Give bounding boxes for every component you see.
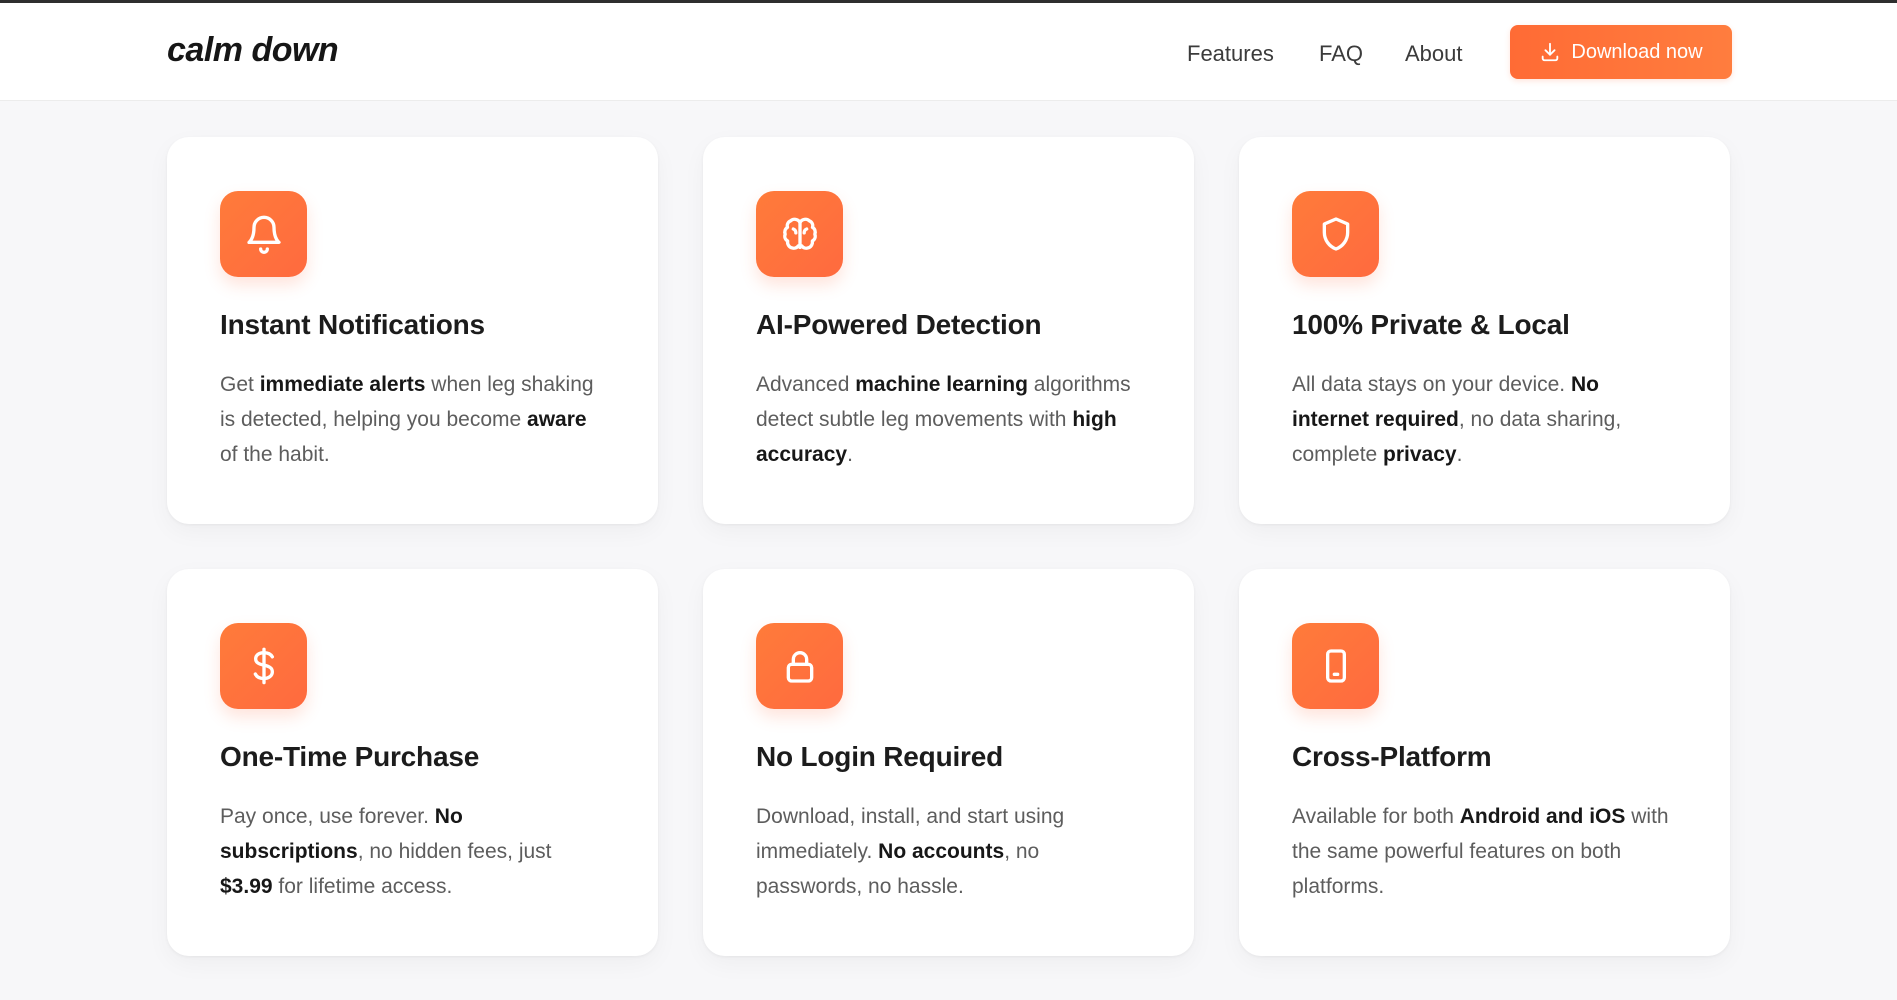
feature-icon-container [1292, 191, 1379, 277]
tablet-icon [1325, 649, 1346, 683]
feature-card-one-time-purchase: One-Time Purchase Pay once, use forever.… [167, 569, 658, 956]
nav-link-features[interactable]: Features [1187, 41, 1274, 67]
nav-link-faq[interactable]: FAQ [1319, 41, 1363, 67]
feature-card-ai-powered-detection: AI-Powered Detection Advanced machine le… [703, 137, 1194, 524]
feature-description: Advanced machine learning algorithms det… [756, 373, 1131, 466]
feature-icon-container [756, 191, 843, 277]
feature-icon-container [220, 191, 307, 277]
feature-description: Get immediate alerts when leg shaking is… [220, 373, 594, 466]
feature-title: AI-Powered Detection [756, 309, 1042, 340]
feature-title: Instant Notifications [220, 309, 485, 340]
feature-grid: Instant Notifications Get immediate aler… [167, 137, 1730, 957]
feature-description: Available for both Android and iOS with … [1292, 805, 1669, 898]
feature-icon-container [756, 623, 843, 709]
nav-link-about[interactable]: About [1405, 41, 1463, 67]
download-button-label: Download now [1571, 40, 1703, 63]
feature-description: All data stays on your device. No intern… [1292, 373, 1622, 466]
dollar-icon [253, 647, 274, 685]
feature-description: Pay once, use forever. No subscriptions,… [220, 805, 552, 898]
feature-card-no-login-required: No Login Required Download, install, and… [703, 569, 1194, 956]
brain-icon [782, 217, 817, 250]
feature-icon-container [220, 623, 307, 709]
brand-logo[interactable]: calm down [167, 31, 339, 70]
feature-icon-container [1292, 623, 1379, 709]
download-button[interactable]: Download now [1510, 25, 1732, 79]
bell-icon [246, 215, 281, 254]
lock-icon [786, 651, 813, 683]
feature-card-private-local: 100% Private & Local All data stays on y… [1239, 137, 1730, 524]
feature-card-instant-notifications: Instant Notifications Get immediate aler… [167, 137, 658, 524]
shield-icon [1322, 217, 1349, 251]
site-header: calm down Features FAQ About Download no… [0, 3, 1897, 101]
feature-description: Download, install, and start using immed… [756, 805, 1065, 898]
feature-card-cross-platform: Cross-Platform Available for both Androi… [1239, 569, 1730, 956]
feature-title: One-Time Purchase [220, 741, 480, 772]
feature-title: 100% Private & Local [1292, 309, 1570, 340]
feature-title: Cross-Platform [1292, 741, 1492, 772]
feature-title: No Login Required [756, 741, 1004, 772]
download-icon [1542, 42, 1559, 62]
